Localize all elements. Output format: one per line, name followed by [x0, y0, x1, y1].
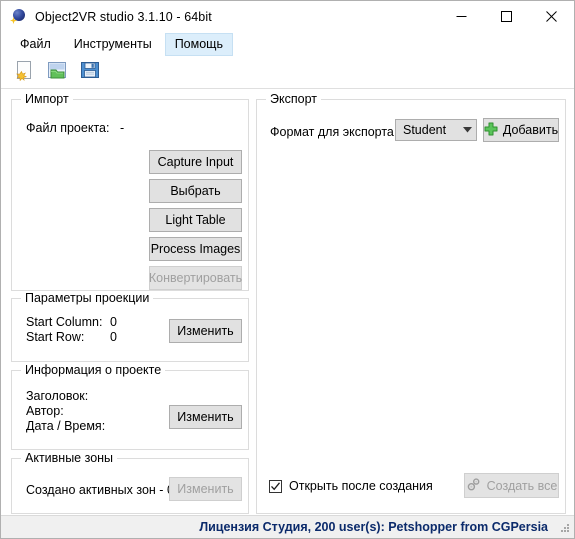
save-project-button[interactable] [75, 58, 105, 86]
create-all-button[interactable]: Создать все [464, 473, 559, 498]
project-info-panel-legend: Информация о проекте [21, 363, 166, 377]
project-file-value: - [120, 121, 125, 135]
close-button[interactable] [529, 1, 574, 32]
open-project-icon [46, 59, 68, 86]
checkbox-box [269, 479, 282, 493]
menu-item-help[interactable]: Помощь [164, 32, 233, 56]
green-plus-icon [484, 122, 498, 139]
export-format-label: Формат для экспорта: [270, 125, 398, 139]
project-file-label: Файл проекта: [26, 121, 110, 135]
save-project-icon [79, 59, 101, 86]
project-info-edit-button[interactable]: Изменить [169, 405, 242, 429]
minimize-button[interactable] [439, 1, 484, 32]
start-row-label: Start Row: [26, 330, 85, 344]
projection-panel: Параметры проекции Start Column: 0 Start… [11, 291, 249, 362]
select-button[interactable]: Выбрать [149, 179, 242, 203]
active-zones-panel-legend: Активные зоны [21, 451, 118, 465]
open-after-create-checkbox[interactable]: Открыть после создания [269, 479, 433, 493]
project-datetime-label: Дата / Время: [26, 419, 106, 433]
window-title: Object2VR studio 3.1.10 - 64bit [35, 9, 212, 24]
maximize-button[interactable] [484, 1, 529, 32]
start-column-label: Start Column: [26, 315, 103, 329]
menu-bar: Файл Инструменты Помощь [1, 32, 574, 56]
light-table-button[interactable]: Light Table [149, 208, 242, 232]
main-content: Импорт Файл проекта: - Capture Input Выб… [1, 89, 574, 514]
menu-item-tools[interactable]: Инструменты [64, 33, 162, 56]
export-panel-legend: Экспорт [266, 92, 321, 106]
resize-grip-icon[interactable] [558, 521, 571, 534]
start-row-value: 0 [110, 330, 117, 344]
active-zones-count-label: Создано активных зон - 0 [26, 483, 174, 497]
open-project-button[interactable] [42, 58, 72, 86]
license-status-text: Лицензия Студия, 200 user(s): Petshopper… [199, 520, 548, 534]
open-after-create-label: Открыть после создания [289, 479, 433, 493]
start-column-value: 0 [110, 315, 117, 329]
active-zones-edit-button[interactable]: Изменить [169, 477, 242, 501]
menu-item-file[interactable]: Файл [10, 33, 61, 56]
convert-button[interactable]: Конвертировать [149, 266, 242, 290]
project-title-label: Заголовок: [26, 389, 89, 403]
new-project-button[interactable] [9, 58, 39, 86]
import-panel: Импорт Файл проекта: - Capture Input Выб… [11, 92, 249, 291]
toolbar [1, 56, 574, 88]
process-images-button[interactable]: Process Images [149, 237, 242, 261]
project-author-label: Автор: [26, 404, 64, 418]
application-window: Object2VR studio 3.1.10 - 64bit Файл Инс… [0, 0, 575, 539]
export-format-value: Student [403, 123, 447, 137]
check-icon [271, 481, 281, 490]
export-panel: Экспорт Формат для экспорта: Student Доб… [256, 92, 566, 514]
app-sphere-icon [10, 8, 27, 25]
add-export-button[interactable]: Добавить [483, 118, 559, 142]
import-panel-legend: Импорт [21, 92, 73, 106]
gears-icon [466, 477, 482, 495]
project-info-panel: Информация о проекте Заголовок: Автор: Д… [11, 363, 249, 450]
chevron-down-icon [458, 127, 476, 133]
create-all-button-label: Создать все [486, 478, 558, 493]
add-export-button-label: Добавить [502, 123, 559, 137]
projection-edit-button[interactable]: Изменить [169, 319, 242, 343]
capture-input-button[interactable]: Capture Input [149, 150, 242, 174]
status-bar: Лицензия Студия, 200 user(s): Petshopper… [1, 515, 574, 538]
new-project-icon [13, 59, 35, 86]
active-zones-panel: Активные зоны Создано активных зон - 0 И… [11, 451, 249, 514]
title-bar: Object2VR studio 3.1.10 - 64bit [1, 1, 574, 32]
export-format-select[interactable]: Student [395, 119, 477, 141]
projection-panel-legend: Параметры проекции [21, 291, 154, 305]
window-controls [439, 1, 574, 32]
